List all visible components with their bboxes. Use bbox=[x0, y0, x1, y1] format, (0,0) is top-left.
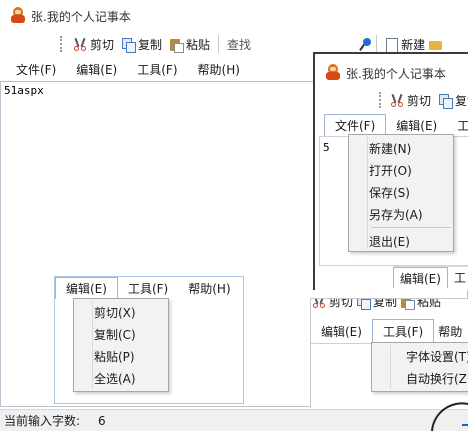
menu-file-open[interactable]: 文件(F) bbox=[324, 114, 387, 136]
file-window-menu-bar: 文件(F) 编辑(E) 工具 bbox=[324, 114, 468, 136]
menu-bar: 文件(F) 编辑(E) 工具(F) 帮助(H) bbox=[6, 58, 306, 80]
menu-edit-open[interactable]: 编辑(E) bbox=[55, 277, 118, 299]
menu-item-select-all[interactable]: 全选(A) bbox=[74, 367, 168, 389]
file-window-toolbar: 剪切 复制 bbox=[375, 87, 468, 113]
clipboard-icon bbox=[170, 38, 185, 53]
tools-window-toolbar: 剪切 复制 粘贴 bbox=[311, 298, 468, 311]
tools-dropdown: 字体设置(T) 自动换行(Z) bbox=[371, 342, 468, 392]
char-count-label: 当前输入字数: bbox=[4, 414, 81, 428]
menu-item-word-wrap[interactable]: 自动换行(Z) bbox=[372, 367, 468, 389]
copy-icon bbox=[357, 299, 372, 310]
scissors-icon bbox=[391, 94, 404, 107]
title-bar: 张.我的个人记事本 bbox=[0, 0, 468, 30]
paste-label: 粘贴 bbox=[417, 298, 442, 309]
search-pin-icon[interactable] bbox=[359, 37, 372, 51]
menu-edit[interactable]: 编辑(E) bbox=[66, 58, 127, 80]
menu-tools[interactable]: 工具(F) bbox=[127, 58, 187, 80]
edit-dropdown: 剪切(X) 复制(C) 粘贴(P) 全选(A) bbox=[73, 298, 169, 392]
window-title: 张.我的个人记事本 bbox=[346, 67, 446, 81]
dropdown-gutter bbox=[92, 301, 93, 389]
status-bar: 当前输入字数: 6 bbox=[0, 409, 468, 431]
menu-item-paste[interactable]: 粘贴(P) bbox=[74, 345, 168, 367]
menu-item-copy[interactable]: 复制(C) bbox=[74, 323, 168, 345]
dropdown-separator bbox=[371, 227, 451, 228]
copy-button[interactable]: 复制 bbox=[435, 90, 468, 111]
toolbar-separator bbox=[218, 35, 220, 53]
new-label: 新建 bbox=[401, 37, 426, 52]
scissors-icon bbox=[313, 299, 326, 308]
toolbar-separator-2 bbox=[376, 35, 378, 53]
paste-button[interactable]: 粘贴 bbox=[399, 298, 443, 310]
status-link-fragment[interactable] bbox=[462, 412, 468, 426]
menu-file[interactable]: 文件(F) bbox=[6, 58, 66, 80]
menu-item-save-as[interactable]: 另存为(A) bbox=[349, 203, 453, 225]
find-input[interactable] bbox=[255, 35, 356, 53]
copy-icon bbox=[122, 37, 137, 53]
tools-menu-screenshot: 剪切 复制 粘贴 编辑(E) 工具(F) 帮助 字体设置(T) 自动换行(Z) bbox=[310, 298, 468, 408]
file-window-bottom-menu: 编辑(E) 工 bbox=[393, 266, 468, 288]
file-dropdown: 新建(N) 打开(O) 保存(S) 另存为(A) 退出(E) bbox=[348, 134, 454, 252]
menu-item-exit[interactable]: 退出(E) bbox=[349, 230, 453, 252]
copy-label: 复制 bbox=[138, 37, 163, 52]
menu-help[interactable]: 帮助 bbox=[434, 319, 466, 343]
cut-button[interactable]: 剪切 bbox=[387, 90, 435, 111]
menu-item-save[interactable]: 保存(S) bbox=[349, 181, 453, 203]
copy-button[interactable]: 复制 bbox=[355, 298, 399, 310]
dropdown-gutter bbox=[367, 137, 368, 249]
find-label: 查找 bbox=[227, 37, 252, 52]
char-count-value: 6 bbox=[98, 413, 106, 428]
clipboard-icon bbox=[401, 299, 416, 310]
menu-item-new[interactable]: 新建(N) bbox=[349, 137, 453, 159]
menu-help[interactable]: 帮助(H) bbox=[178, 277, 240, 299]
copy-label: 复制 bbox=[373, 298, 398, 309]
menu-help[interactable]: 帮助(H) bbox=[188, 58, 250, 80]
menu-edit-bottom[interactable]: 编辑(E) bbox=[393, 267, 448, 288]
menu-tools-open[interactable]: 工具(F) bbox=[371, 319, 435, 343]
edit-screenshot-menu-bar: 编辑(E) 工具(F) 帮助(H) bbox=[55, 277, 243, 299]
window-title: 张.我的个人记事本 bbox=[31, 10, 131, 24]
new-file-icon bbox=[385, 37, 399, 53]
menu-item-cut[interactable]: 剪切(X) bbox=[74, 301, 168, 323]
menu-item-open[interactable]: 打开(O) bbox=[349, 159, 453, 181]
scissors-icon bbox=[74, 38, 87, 51]
paste-label: 粘贴 bbox=[186, 37, 211, 52]
notebook-app-icon bbox=[325, 64, 341, 80]
copy-label: 复制 bbox=[455, 93, 468, 108]
open-folder-icon[interactable] bbox=[429, 38, 443, 51]
menu-tools[interactable]: 工具(F) bbox=[118, 277, 178, 299]
toolbar-grip[interactable] bbox=[60, 36, 64, 52]
menu-item-font-settings[interactable]: 字体设置(T) bbox=[372, 345, 468, 367]
cut-label: 剪切 bbox=[90, 37, 115, 52]
cut-label: 剪切 bbox=[329, 298, 354, 309]
menu-tools-bottom[interactable]: 工 bbox=[448, 267, 468, 288]
file-menu-screenshot: 张.我的个人记事本 剪切 复制 文件(F) 编辑(E) 工具 5 新建(N) 打… bbox=[313, 52, 468, 290]
cut-button[interactable]: 剪切 bbox=[311, 298, 355, 310]
copy-button[interactable]: 复制 bbox=[118, 34, 166, 55]
cut-label: 剪切 bbox=[407, 93, 432, 108]
menu-edit[interactable]: 编辑(E) bbox=[311, 319, 372, 343]
paste-button[interactable]: 粘贴 bbox=[166, 34, 214, 55]
cut-button[interactable]: 剪切 bbox=[70, 34, 118, 55]
edit-menu-screenshot: 编辑(E) 工具(F) 帮助(H) 剪切(X) 复制(C) 粘贴(P) 全选(A… bbox=[54, 276, 244, 404]
file-window-title-bar: 张.我的个人记事本 bbox=[315, 54, 468, 88]
tools-window-menu-bar: 编辑(E) 工具(F) 帮助 bbox=[311, 319, 468, 343]
toolbar-grip[interactable] bbox=[379, 92, 381, 108]
menu-edit[interactable]: 编辑(E) bbox=[386, 114, 447, 136]
copy-icon bbox=[439, 93, 454, 109]
dropdown-gutter bbox=[390, 345, 391, 389]
notebook-app-icon bbox=[10, 7, 26, 23]
menu-tools[interactable]: 工具 bbox=[447, 114, 468, 136]
